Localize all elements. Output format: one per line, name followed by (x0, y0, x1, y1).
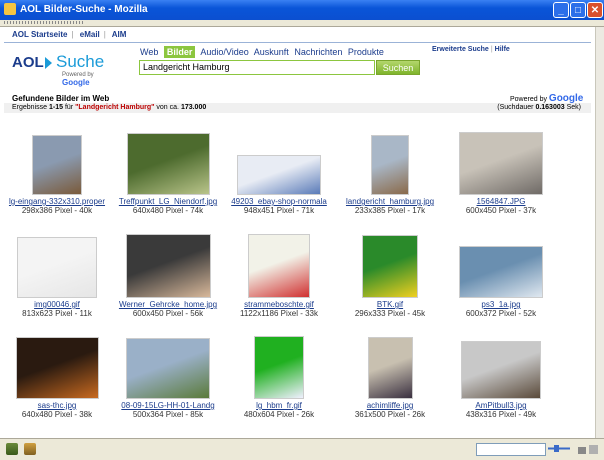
status-bar (0, 438, 604, 460)
aol-arrow-icon (45, 57, 52, 69)
image-result[interactable]: 49203_ebay-shop-normala 948x451 Pixel - 7… (224, 131, 334, 215)
tab-produkte[interactable]: Produkte (348, 47, 384, 57)
image-result[interactable]: 08-09-15LG-HH-01-Landg 500x364 Pixel - 85… (113, 335, 223, 419)
image-result[interactable]: Treffpunkt_LG_Niendorf.jpg 640x480 Pixel … (113, 131, 223, 215)
result-thumbnail[interactable] (126, 133, 210, 195)
result-dimensions: 233x385 Pixel - 17k (354, 206, 426, 215)
result-dimensions: 1122x1186 Pixel - 33k (240, 309, 318, 318)
aol-suche-logo[interactable]: AOL Suche Powered by Google (12, 52, 122, 87)
top-navigation: AOL Startseite | eMail | AIM (12, 30, 127, 39)
advanced-search-link[interactable]: Erweiterte Suche (432, 46, 489, 53)
search-button[interactable]: Suchen (376, 60, 420, 75)
results-info-bar: Ergebnisse 1-15 für "Landgericht Hamburg… (4, 103, 591, 113)
result-dimensions: 600x372 Pixel - 52k (465, 309, 537, 318)
result-dimensions: 640x480 Pixel - 38k (21, 410, 93, 419)
navigator-icon[interactable] (6, 443, 18, 455)
mail-icon[interactable] (24, 443, 36, 455)
result-filename-link[interactable]: lg-eingang-332x310.proper (2, 197, 112, 206)
result-thumbnail[interactable] (17, 237, 97, 298)
minimize-button[interactable]: _ (553, 2, 569, 18)
result-dimensions: 813x623 Pixel - 11k (22, 309, 92, 318)
result-dimensions: 296x333 Pixel - 45k (354, 309, 426, 318)
image-result[interactable]: landgericht_hamburg.jpg 233x385 Pixel - 1… (335, 131, 445, 215)
nav-link-email[interactable]: eMail (80, 30, 100, 39)
result-thumbnail[interactable] (32, 135, 82, 195)
status-field (476, 443, 546, 456)
result-thumbnail[interactable] (459, 246, 543, 298)
image-result[interactable]: 1564847.JPG 600x450 Pixel - 37k (446, 131, 556, 215)
progress-slider-icon (548, 445, 570, 452)
result-thumbnail[interactable] (125, 234, 211, 298)
result-dimensions: 480x604 Pixel - 26k (243, 410, 315, 419)
tab-web[interactable]: Web (140, 47, 158, 57)
window-titlebar: AOL Bilder-Suche - Mozilla _ □ ✕ (0, 0, 604, 20)
result-dimensions: 600x450 Pixel - 56k (132, 309, 204, 318)
toolbar-grip[interactable] (0, 20, 604, 27)
page-content: AOL Startseite | eMail | AIM AOL Suche Pow… (0, 27, 595, 438)
tab-auskunft[interactable]: Auskunft (254, 47, 289, 57)
result-filename-link[interactable]: img00046.gif (2, 300, 112, 309)
result-thumbnail[interactable] (248, 234, 310, 298)
result-filename-link[interactable]: strammeboschte.gif (224, 300, 334, 309)
image-result[interactable]: lg_hbm_fr.gif 480x604 Pixel - 26k (224, 335, 334, 419)
result-filename-link[interactable]: 08-09-15LG-HH-01-Landg (113, 401, 223, 410)
result-filename-link[interactable]: BTK.gif (335, 300, 445, 309)
image-result[interactable]: AmPitbull3.jpg 438x316 Pixel - 49k (446, 335, 556, 419)
tab-nachrichten[interactable]: Nachrichten (294, 47, 342, 57)
divider (4, 42, 591, 43)
result-thumbnail[interactable] (126, 338, 210, 399)
result-thumbnail[interactable] (254, 336, 304, 399)
image-result[interactable]: lg-eingang-332x310.proper 298x386 Pixel -… (2, 131, 112, 215)
close-button[interactable]: ✕ (587, 2, 603, 18)
result-dimensions: 948x451 Pixel - 71k (243, 206, 315, 215)
result-filename-link[interactable]: lg_hbm_fr.gif (224, 401, 334, 410)
result-filename-link[interactable]: landgericht_hamburg.jpg (335, 197, 445, 206)
image-result[interactable]: achimliffe.jpg 361x500 Pixel - 26k (335, 335, 445, 419)
window-title: AOL Bilder-Suche - Mozilla (20, 4, 148, 15)
result-thumbnail[interactable] (237, 155, 321, 195)
result-dimensions: 361x500 Pixel - 26k (354, 410, 426, 419)
nav-link-aim[interactable]: AIM (112, 30, 127, 39)
search-input[interactable]: Landgericht Hamburg (139, 60, 375, 75)
result-dimensions: 500x364 Pixel - 85k (132, 410, 204, 419)
result-filename-link[interactable]: Treffpunkt_LG_Niendorf.jpg (113, 197, 223, 206)
result-filename-link[interactable]: Werner_Gehrcke_home.jpg (113, 300, 223, 309)
results-heading: Gefundene Bilder im Web (12, 94, 110, 103)
result-dimensions: 438x316 Pixel - 49k (465, 410, 537, 419)
search-tabs: Web Bilder Audio/Video Auskunft Nachrich… (140, 46, 387, 58)
maximize-button[interactable]: □ (570, 2, 586, 18)
result-dimensions: 298x386 Pixel - 40k (21, 206, 93, 215)
result-dimensions: 640x480 Pixel - 74k (132, 206, 204, 215)
result-filename-link[interactable]: 49203_ebay-shop-normala (224, 197, 334, 206)
security-lock-icon[interactable] (577, 443, 599, 455)
side-links: Erweiterte Suche | Hilfe (432, 46, 510, 53)
vertical-scrollbar[interactable] (595, 27, 604, 438)
nav-link-startseite[interactable]: AOL Startseite (12, 30, 67, 39)
tab-bilder[interactable]: Bilder (163, 46, 196, 58)
result-dimensions: 600x450 Pixel - 37k (465, 206, 537, 215)
result-filename-link[interactable]: ps3_1a.jpg (446, 300, 556, 309)
image-result[interactable]: img00046.gif 813x623 Pixel - 11k (2, 234, 112, 318)
result-filename-link[interactable]: sas-thc.jpg (2, 401, 112, 410)
result-thumbnail[interactable] (367, 337, 413, 399)
result-thumbnail[interactable] (371, 135, 409, 195)
image-result[interactable]: strammeboschte.gif 1122x1186 Pixel - 33k (224, 234, 334, 318)
tab-audio-video[interactable]: Audio/Video (200, 47, 248, 57)
app-icon (4, 3, 16, 15)
result-filename-link[interactable]: 1564847.JPG (446, 197, 556, 206)
image-result[interactable]: Werner_Gehrcke_home.jpg 600x450 Pixel - 5… (113, 234, 223, 318)
result-filename-link[interactable]: achimliffe.jpg (335, 401, 445, 410)
image-result[interactable]: BTK.gif 296x333 Pixel - 45k (335, 234, 445, 318)
result-thumbnail[interactable] (15, 337, 99, 399)
result-filename-link[interactable]: AmPitbull3.jpg (446, 401, 556, 410)
image-result[interactable]: sas-thc.jpg 640x480 Pixel - 38k (2, 335, 112, 419)
help-link[interactable]: Hilfe (495, 46, 510, 53)
result-thumbnail[interactable] (362, 235, 418, 298)
result-thumbnail[interactable] (461, 341, 541, 399)
result-thumbnail[interactable] (459, 132, 543, 195)
image-result[interactable]: ps3_1a.jpg 600x372 Pixel - 52k (446, 234, 556, 318)
